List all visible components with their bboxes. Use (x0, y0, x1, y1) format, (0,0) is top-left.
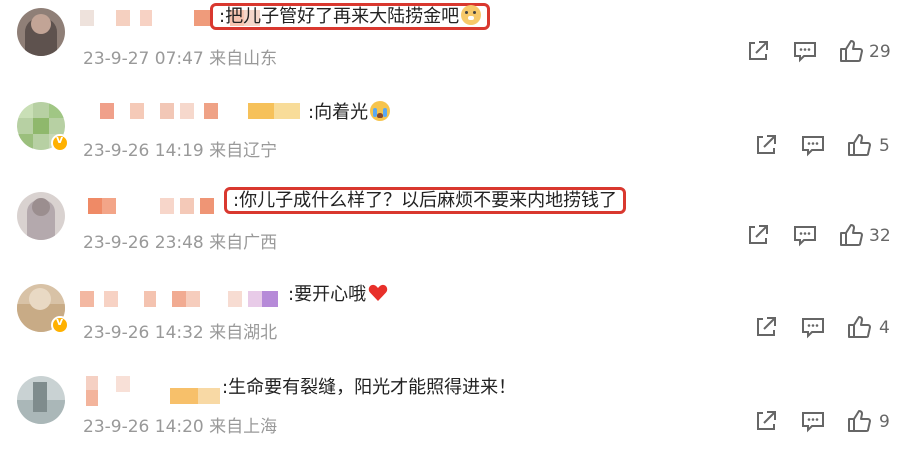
verified-badge-icon (51, 315, 69, 334)
highlight-box: :你儿子成什么样了？以后麻烦不要来内地捞钱了 (224, 187, 627, 214)
comment-text: :生命要有裂缝，阳光才能照得进来！ (222, 374, 516, 402)
verified-badge-icon (51, 133, 69, 152)
comment-date: 23-9-26 14:19 (83, 141, 204, 161)
comment-item: :把儿子管好了再来大陆捞金吧 23-9-27 07:47 来自山东 29 (0, 0, 900, 88)
comment-body: :向着光 (308, 102, 369, 123)
avatar[interactable] (17, 8, 65, 56)
comment-item: :要开心哦 23-9-26 14:32 来自湖北 4 (0, 278, 900, 366)
comment-body: :生命要有裂缝，阳光才能照得进来！ (222, 377, 517, 398)
comment-location: 来自辽宁 (209, 141, 278, 161)
comment-item: :向着光 23-9-26 14:19 来自辽宁 5 (0, 96, 900, 184)
comment-meta: 23-9-26 14:19 来自辽宁 (83, 136, 277, 161)
like-count: 32 (869, 226, 891, 246)
avatar[interactable] (17, 376, 65, 424)
like-count: 4 (879, 318, 890, 338)
comment-text: :把儿子管好了再来大陆捞金吧 (210, 3, 491, 31)
comment-icon[interactable] (792, 222, 818, 248)
highlight-box: :把儿子管好了再来大陆捞金吧 (210, 3, 491, 30)
comment-icon[interactable] (792, 38, 818, 64)
comment-date: 23-9-26 23:48 (83, 233, 204, 253)
like-count: 5 (879, 136, 890, 156)
comment-meta: 23-9-26 14:32 来自湖北 (83, 318, 277, 343)
comment-date: 23-9-27 07:47 (83, 49, 204, 69)
comment-body: :要开心哦 (288, 284, 367, 305)
comment-meta: 23-9-26 14:20 来自上海 (83, 412, 277, 437)
comment-item: :你儿子成什么样了？以后麻烦不要来内地捞钱了 23-9-26 23:48 来自广… (0, 184, 900, 272)
dog-face-emoji (461, 5, 482, 25)
comment-body: :你儿子成什么样了？以后麻烦不要来内地捞钱了 (233, 190, 618, 211)
comment-location: 来自广西 (209, 233, 278, 253)
comment-location: 来自上海 (209, 417, 278, 437)
comment-item: :生命要有裂缝，阳光才能照得进来！ 23-9-26 14:20 来自上海 9 (0, 370, 900, 458)
comment-text: :向着光 (308, 99, 391, 127)
comment-text: :你儿子成什么样了？以后麻烦不要来内地捞钱了 (224, 187, 627, 215)
share-icon[interactable] (745, 222, 771, 248)
comment-location: 来自山东 (209, 49, 278, 69)
comment-date: 23-9-26 14:32 (83, 323, 204, 343)
red-heart-emoji (368, 284, 388, 301)
comment-location: 来自湖北 (209, 323, 278, 343)
share-icon[interactable] (745, 38, 771, 64)
thumbs-up-icon[interactable] (838, 222, 864, 248)
share-icon[interactable] (753, 132, 779, 158)
comment-body: :把儿子管好了再来大陆捞金吧 (219, 6, 460, 27)
thumbs-up-icon[interactable] (846, 314, 872, 340)
comment-icon[interactable] (800, 408, 826, 434)
avatar[interactable] (17, 192, 65, 240)
like-count: 29 (869, 42, 891, 62)
share-icon[interactable] (753, 408, 779, 434)
crying-face-emoji (370, 101, 391, 121)
share-icon[interactable] (753, 314, 779, 340)
comment-meta: 23-9-26 23:48 来自广西 (83, 228, 277, 253)
comment-icon[interactable] (800, 314, 826, 340)
comment-text: :要开心哦 (288, 281, 388, 309)
thumbs-up-icon[interactable] (838, 38, 864, 64)
thumbs-up-icon[interactable] (846, 408, 872, 434)
thumbs-up-icon[interactable] (846, 132, 872, 158)
like-count: 9 (879, 412, 890, 432)
comment-date: 23-9-26 14:20 (83, 417, 204, 437)
comment-icon[interactable] (800, 132, 826, 158)
comment-meta: 23-9-27 07:47 来自山东 (83, 44, 277, 69)
